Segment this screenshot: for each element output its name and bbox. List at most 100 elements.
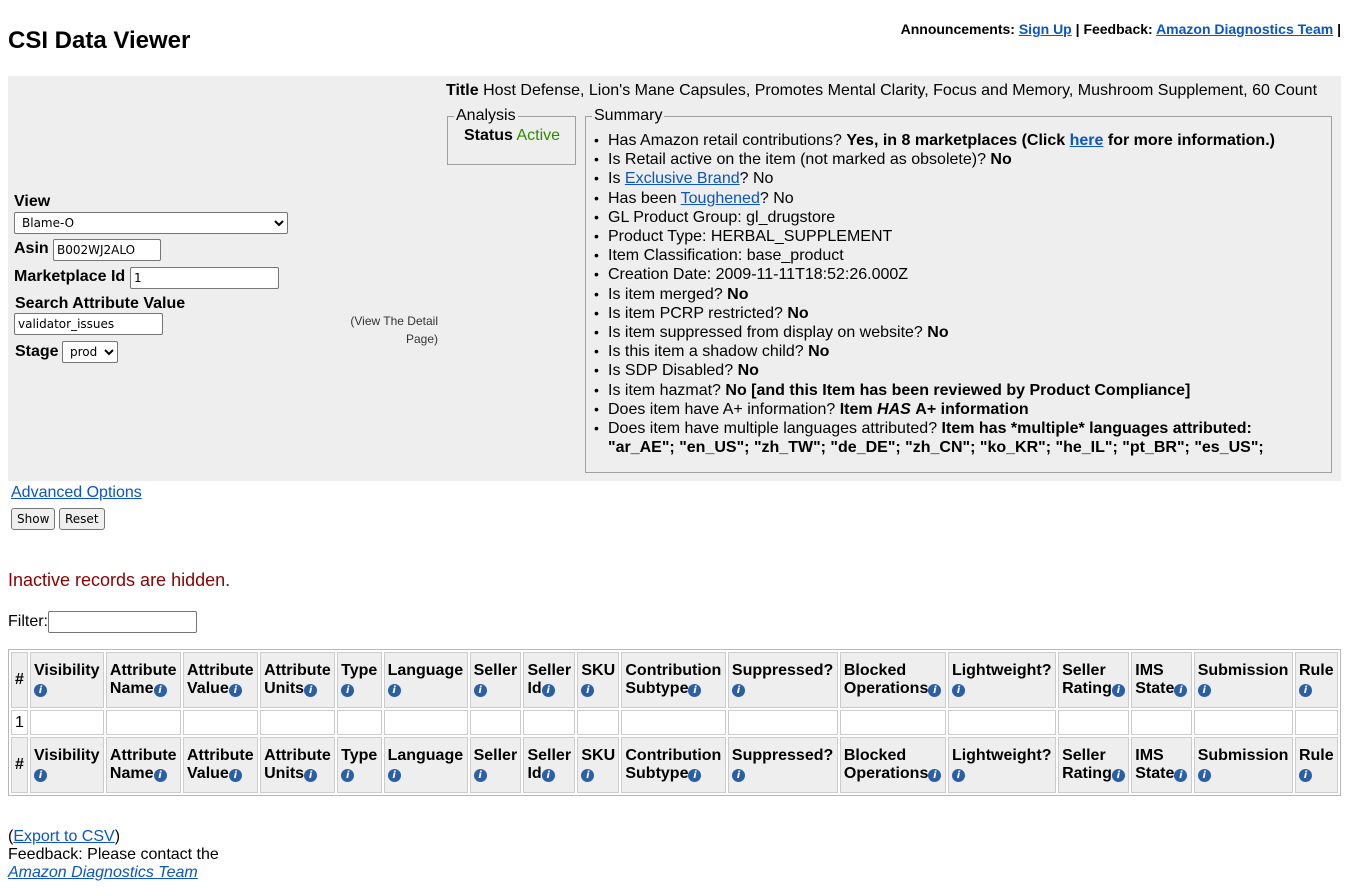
column-header[interactable]: Submission i [1193,652,1293,708]
info-icon[interactable]: i [688,684,702,697]
column-header[interactable]: Seller Rating i [1058,652,1130,708]
column-header-label: Suppressed? [731,662,834,679]
info-icon[interactable]: i [153,769,167,782]
column-header-label: Seller [1062,747,1106,764]
column-header[interactable]: Rule i [1294,652,1338,708]
info-icon[interactable]: i [304,684,318,697]
view-detail-page-link[interactable]: (View The Detail Page) [330,312,438,348]
info-icon[interactable]: i [473,684,487,697]
column-header[interactable]: Type i [337,652,382,708]
info-icon[interactable]: i [1174,769,1188,782]
column-header[interactable]: Contribution Subtype i [621,652,726,708]
column-header-label: Blocked [843,747,907,764]
column-header[interactable]: Suppressed? i [727,737,838,793]
view-select[interactable]: Blame-O [14,212,288,234]
stage-select[interactable]: prod [62,341,118,363]
column-header[interactable]: Type i [337,737,382,793]
info-icon[interactable]: i [688,769,702,782]
info-icon[interactable]: i [541,769,555,782]
feedback-label: Feedback: [1083,21,1153,37]
column-header-label: Type [341,747,378,764]
column-header[interactable]: SKU i [577,652,620,708]
column-header[interactable]: Suppressed? i [727,652,838,708]
info-icon[interactable]: i [1298,769,1312,782]
records-table: # Visibility i Attribute Name i Attribute Value… [8,649,1341,796]
column-header[interactable]: Seller Id i [523,652,576,708]
info-icon[interactable]: i [928,684,942,697]
list-item: Is item hazmat? No [and this Item has be… [592,381,1325,400]
info-icon[interactable]: i [581,684,595,697]
column-header[interactable]: Language i [383,737,468,793]
info-icon[interactable]: i [387,684,401,697]
info-icon[interactable]: i [1298,684,1312,697]
column-header[interactable]: Submission i [1193,737,1293,793]
marketplace-id-input[interactable] [130,267,279,289]
column-header[interactable]: Seller Rating i [1058,737,1130,793]
toughened-link[interactable]: Toughened [681,190,760,207]
column-header[interactable]: Visibility i [30,737,104,793]
column-header[interactable]: Lightweight? i [947,737,1057,793]
info-icon[interactable]: i [1197,684,1211,697]
info-icon[interactable]: i [731,769,745,782]
info-icon[interactable]: i [1111,769,1125,782]
sign-up-link[interactable]: Sign Up [1019,21,1072,37]
retail-here-link[interactable]: here [1070,132,1104,149]
info-icon[interactable]: i [34,769,47,782]
column-header-label: Operations [843,765,929,782]
exclusive-brand-link[interactable]: Exclusive Brand [625,170,740,187]
info-icon[interactable]: i [341,769,355,782]
column-header[interactable]: Attribute Units i [260,652,336,708]
column-header[interactable]: Attribute Units i [260,737,336,793]
info-icon[interactable]: i [34,684,47,697]
column-header[interactable]: IMS State i [1131,652,1192,708]
export-csv-link[interactable]: Export to CSV [13,828,114,845]
column-header[interactable]: Blocked Operations i [839,652,946,708]
footer-feedback-link[interactable]: Amazon Diagnostics Team [8,864,198,881]
info-icon[interactable]: i [541,684,555,697]
column-header[interactable]: SKU i [577,737,620,793]
table-cell: 1 [11,710,28,735]
info-icon[interactable]: i [304,769,318,782]
info-icon[interactable]: i [928,769,942,782]
info-icon[interactable]: i [1174,684,1188,697]
info-icon[interactable]: i [581,769,595,782]
reset-button[interactable]: Reset [59,508,105,530]
column-header[interactable]: # [11,737,28,793]
info-icon[interactable]: i [387,769,401,782]
column-header[interactable]: Lightweight? i [947,652,1057,708]
table-cell [337,710,382,735]
info-icon[interactable]: i [951,684,965,697]
column-header[interactable]: Attribute Name i [105,652,181,708]
column-header[interactable]: Visibility i [30,652,104,708]
column-header[interactable]: # [11,652,28,708]
info-icon[interactable]: i [341,684,355,697]
column-header[interactable]: Seller i [469,652,522,708]
column-header[interactable]: IMS State i [1131,737,1192,793]
column-header[interactable]: Blocked Operations i [839,737,946,793]
column-header[interactable]: Rule i [1294,737,1338,793]
feedback-team-link[interactable]: Amazon Diagnostics Team [1156,21,1333,37]
info-icon[interactable]: i [228,684,242,697]
info-icon[interactable]: i [951,769,965,782]
advanced-options-link[interactable]: Advanced Options [11,484,142,502]
column-header[interactable]: Attribute Value i [183,737,259,793]
column-header[interactable]: Seller Id i [523,737,576,793]
column-header[interactable]: Contribution Subtype i [621,737,726,793]
column-header[interactable]: Attribute Value i [183,652,259,708]
asin-input[interactable] [53,239,161,261]
column-header[interactable]: Language i [383,652,468,708]
table-cell [577,710,620,735]
search-attribute-input[interactable] [14,313,163,335]
info-icon[interactable]: i [228,769,242,782]
column-header-label: Visibility [34,747,100,764]
column-header[interactable]: Seller i [469,737,522,793]
info-icon[interactable]: i [1197,769,1211,782]
info-icon[interactable]: i [153,684,167,697]
column-header[interactable]: Attribute Name i [105,737,181,793]
filter-input[interactable] [48,611,197,633]
separator: | [1337,21,1341,37]
info-icon[interactable]: i [473,769,487,782]
show-button[interactable]: Show [11,508,56,530]
info-icon[interactable]: i [731,684,745,697]
info-icon[interactable]: i [1111,684,1125,697]
